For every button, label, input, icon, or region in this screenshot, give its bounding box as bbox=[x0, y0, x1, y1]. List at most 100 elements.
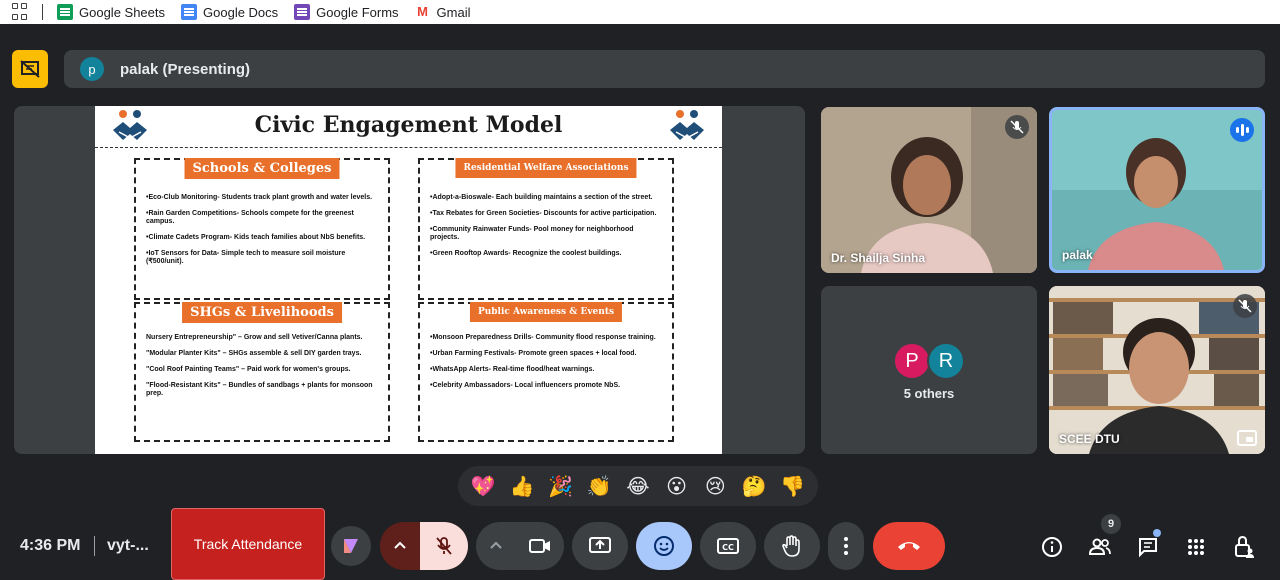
meeting-code[interactable]: vyt-... bbox=[107, 537, 149, 555]
quadrant-list: •Adopt-a-Bioswale- Each building maintai… bbox=[430, 194, 664, 266]
participant-tile[interactable]: SCEE DTU bbox=[1049, 286, 1265, 454]
bookmark-label: Google Forms bbox=[316, 4, 399, 20]
addon-icon bbox=[344, 539, 358, 553]
emoji-icon bbox=[654, 536, 674, 556]
list-item: •WhatsApp Alerts- Real-time flood/heat w… bbox=[430, 366, 595, 373]
info-icon bbox=[1042, 537, 1062, 557]
participant-name: Dr. Shailja Sinha bbox=[831, 251, 926, 265]
google-forms-icon bbox=[294, 4, 311, 20]
divider bbox=[94, 536, 95, 556]
reactions-bar: 💖 👍 🎉 👏 😂 😮 😢 🤔 👎 bbox=[458, 466, 818, 506]
microphone-control[interactable] bbox=[380, 522, 468, 570]
bookmark-label: Google Docs bbox=[203, 4, 279, 20]
more-vertical-icon bbox=[844, 537, 848, 555]
list-item: •Rain Garden Competitions- Schools compe… bbox=[146, 210, 354, 225]
svg-text:CC: CC bbox=[722, 543, 734, 552]
chevron-up-icon[interactable] bbox=[394, 540, 406, 550]
people-button[interactable] bbox=[1087, 534, 1113, 560]
quadrant-rwa: Residential Welfare Associations •Adopt-… bbox=[418, 158, 674, 300]
track-attendance-button[interactable]: Track Attendance bbox=[171, 508, 325, 580]
reaction-clap[interactable]: 👏 bbox=[584, 474, 614, 498]
reaction-laugh[interactable]: 😂 bbox=[623, 474, 653, 498]
quadrant-list: •Eco-Club Monitoring- Students track pla… bbox=[146, 194, 380, 274]
quadrant-heading: Public Awareness & Events bbox=[469, 302, 623, 322]
participant-tile-active-speaker[interactable]: palak bbox=[1049, 107, 1265, 273]
presenter-avatar: p bbox=[80, 57, 104, 81]
reaction-sad[interactable]: 😢 bbox=[700, 474, 730, 498]
unread-indicator bbox=[1153, 529, 1161, 537]
slide-divider bbox=[95, 147, 722, 148]
list-item: "Modular Planter Kits" – SHGs assemble &… bbox=[146, 350, 362, 357]
closed-captions-icon: CC bbox=[717, 538, 739, 554]
raise-hand-icon bbox=[782, 535, 800, 557]
activities-button[interactable] bbox=[1183, 534, 1209, 560]
bookmark-label: Google Sheets bbox=[79, 4, 166, 20]
bookmarks-bar: Google Sheets Google Docs Google Forms M… bbox=[0, 0, 1280, 24]
bookmark-gmail[interactable]: M Gmail bbox=[415, 4, 470, 20]
muted-mic-icon bbox=[1005, 115, 1029, 139]
google-sheets-icon bbox=[57, 4, 73, 20]
reaction-surprised[interactable]: 😮 bbox=[662, 474, 692, 498]
quadrant-heading: Residential Welfare Associations bbox=[455, 158, 637, 178]
reaction-heart[interactable]: 💖 bbox=[468, 474, 498, 498]
reaction-party[interactable]: 🎉 bbox=[546, 474, 576, 498]
avatar: R bbox=[927, 342, 965, 380]
picture-in-picture-icon[interactable] bbox=[1237, 430, 1257, 446]
participant-tile[interactable]: Dr. Shailja Sinha bbox=[821, 107, 1037, 273]
bookmark-google-docs[interactable]: Google Docs bbox=[181, 4, 278, 20]
list-item: •Community Rainwater Funds- Pool money f… bbox=[430, 226, 634, 241]
leave-call-button[interactable] bbox=[873, 522, 945, 570]
raise-hand-button[interactable] bbox=[764, 522, 820, 570]
camera-control[interactable] bbox=[476, 522, 564, 570]
quadrant-list: Nursery Entrepreneurship" – Grow and sel… bbox=[146, 334, 380, 406]
others-tile[interactable]: P R 5 others bbox=[821, 286, 1037, 454]
more-options-button[interactable] bbox=[828, 522, 864, 570]
participant-video bbox=[821, 107, 1037, 273]
list-item: •Green Rooftop Awards- Recognize the coo… bbox=[430, 250, 622, 257]
apps-grid-icon[interactable] bbox=[12, 3, 30, 21]
list-item: •Tax Rebates for Green Societies- Discou… bbox=[430, 210, 657, 217]
meeting-details-button[interactable] bbox=[1039, 534, 1065, 560]
others-avatars: P R bbox=[821, 342, 1037, 380]
avatar: P bbox=[893, 342, 931, 380]
list-item: •Adopt-a-Bioswale- Each building maintai… bbox=[430, 194, 653, 201]
list-item: "Flood-Resistant Kits" – Bundles of sand… bbox=[146, 382, 373, 397]
bookmark-google-sheets[interactable]: Google Sheets bbox=[57, 4, 165, 20]
apps-grid-icon bbox=[1188, 539, 1204, 555]
present-screen-button[interactable] bbox=[572, 522, 628, 570]
presenting-label: palak (Presenting) bbox=[120, 60, 251, 78]
bookmark-google-forms[interactable]: Google Forms bbox=[294, 4, 399, 20]
chat-icon bbox=[1139, 538, 1157, 558]
presenting-banner: p palak (Presenting) bbox=[64, 50, 1265, 88]
list-item: Nursery Entrepreneurship" – Grow and sel… bbox=[146, 334, 363, 341]
captions-button[interactable]: CC bbox=[700, 522, 756, 570]
stop-presenting-icon[interactable] bbox=[12, 50, 48, 88]
mic-off-button[interactable] bbox=[420, 522, 468, 570]
reaction-thumbs-down[interactable]: 👎 bbox=[778, 474, 808, 498]
quadrant-heading: Schools & Colleges bbox=[184, 158, 340, 179]
host-controls-button[interactable] bbox=[1231, 534, 1257, 560]
google-docs-icon bbox=[181, 4, 198, 20]
list-item: "Cool Roof Painting Teams" – Paid work f… bbox=[146, 366, 351, 373]
mic-off-icon bbox=[436, 537, 452, 555]
quadrant-schools: Schools & Colleges •Eco-Club Monitoring-… bbox=[134, 158, 390, 300]
people-icon bbox=[1088, 538, 1111, 555]
presentation-stage: Civic Engagement Model Schools & College… bbox=[14, 106, 805, 454]
chevron-up-icon[interactable] bbox=[490, 540, 502, 550]
muted-mic-icon bbox=[1233, 294, 1257, 318]
chat-button[interactable] bbox=[1135, 534, 1161, 560]
others-count-label: 5 others bbox=[903, 386, 955, 401]
emoji-reactions-button[interactable] bbox=[636, 522, 692, 570]
list-item: •Urban Farming Festivals- Promote green … bbox=[430, 350, 637, 357]
quadrant-awareness: Public Awareness & Events •Monsoon Prepa… bbox=[418, 302, 674, 442]
clock: 4:36 PM bbox=[20, 537, 81, 554]
addon-button[interactable] bbox=[331, 526, 371, 566]
participant-name: palak bbox=[1062, 248, 1093, 262]
participant-video bbox=[1049, 286, 1265, 454]
reaction-thumbs-up[interactable]: 👍 bbox=[507, 474, 537, 498]
list-item: •Climate Cadets Program- Kids teach fami… bbox=[146, 234, 366, 241]
camera-icon[interactable] bbox=[528, 536, 552, 556]
hang-up-icon bbox=[898, 542, 920, 550]
gmail-icon: M bbox=[417, 4, 428, 19]
reaction-thinking[interactable]: 🤔 bbox=[739, 474, 769, 498]
